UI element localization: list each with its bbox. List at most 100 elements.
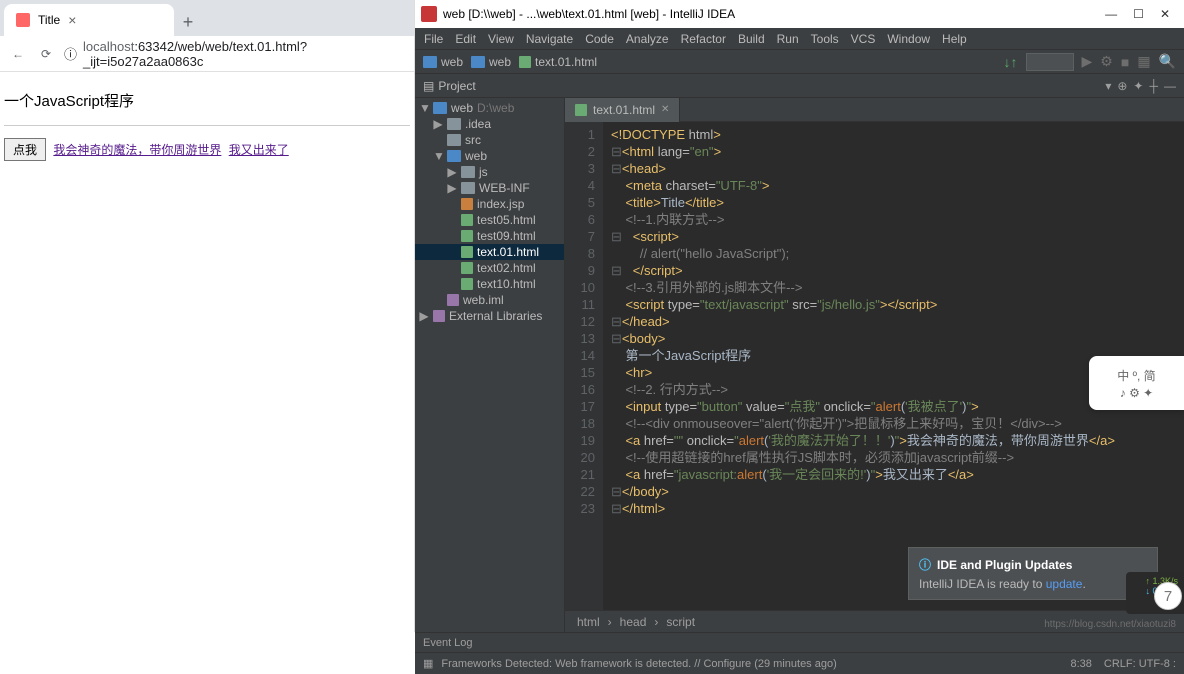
menu-refactor[interactable]: Refactor — [676, 32, 731, 46]
update-link[interactable]: update — [1046, 577, 1083, 591]
tree-item[interactable]: text10.html — [415, 276, 564, 292]
maximize-icon[interactable]: ☐ — [1133, 7, 1144, 21]
notification[interactable]: ⓘIDE and Plugin Updates IntelliJ IDEA is… — [908, 547, 1158, 600]
tree-item[interactable]: text.01.html — [415, 244, 564, 260]
new-tab-button[interactable]: + — [174, 8, 202, 36]
arrow-icon: ▼ — [419, 101, 429, 115]
tree-label: External Libraries — [449, 309, 542, 323]
file-icon — [447, 294, 459, 306]
encoding[interactable]: CRLF: UTF-8 : — [1104, 658, 1176, 670]
run-config-select[interactable] — [1026, 53, 1074, 71]
settings-icon[interactable]: ✦ — [1133, 79, 1143, 93]
tree-label: WEB-INF — [479, 181, 530, 195]
ime-sticker[interactable]: 中 º, 简 ♪ ⚙ ✦ — [1089, 356, 1184, 410]
ide-window: web [D:\\web] - ...\web\text.01.html [we… — [415, 0, 1184, 632]
project-tree[interactable]: ▼web D:\web▶.ideasrc▼web▶js▶WEB-INFindex… — [415, 98, 565, 632]
expand-icon[interactable]: ⊕ — [1117, 79, 1127, 93]
tree-item[interactable]: test09.html — [415, 228, 564, 244]
tree-item[interactable]: index.jsp — [415, 196, 564, 212]
crumb-folder[interactable]: web — [471, 55, 511, 69]
sticker-icons: ♪ ⚙ ✦ — [1120, 386, 1153, 400]
menu-build[interactable]: Build — [733, 32, 770, 46]
bc-script[interactable]: script — [666, 615, 695, 629]
menu-window[interactable]: Window — [882, 32, 935, 46]
menu-file[interactable]: File — [419, 32, 448, 46]
menu-help[interactable]: Help — [937, 32, 972, 46]
menu-analyze[interactable]: Analyze — [621, 32, 674, 46]
arrow-icon: ▶ — [419, 309, 429, 323]
status-bar: ▦ Frameworks Detected: Web framework is … — [415, 652, 1184, 674]
structure-icon[interactable]: ▦ — [1137, 53, 1150, 70]
menu-edit[interactable]: Edit — [450, 32, 481, 46]
close-icon[interactable]: × — [68, 12, 76, 28]
back-link[interactable]: 我又出来了 — [229, 143, 289, 157]
editor-tab[interactable]: text.01.html ✕ — [565, 98, 680, 122]
browser-tab[interactable]: Title × — [4, 4, 174, 36]
file-icon — [461, 214, 473, 226]
browser-urlbar: ← ⟳ ⓘ localhost:63342/web/web/text.01.ht… — [0, 36, 414, 72]
tree-item[interactable]: ▼ web D:\web — [415, 100, 564, 116]
menu-tools[interactable]: Tools — [806, 32, 844, 46]
tree-item[interactable]: ▶ External Libraries — [415, 308, 564, 324]
folder-icon — [447, 150, 461, 162]
tree-label: text.01.html — [477, 245, 539, 259]
crumb-file[interactable]: text.01.html — [519, 55, 597, 69]
event-log[interactable]: Event Log — [415, 632, 1184, 652]
tree-item[interactable]: ▶.idea — [415, 116, 564, 132]
tree-item[interactable]: web.iml — [415, 292, 564, 308]
magic-link[interactable]: 我会神奇的魔法，带你周游世界 — [53, 143, 221, 157]
tree-label: index.jsp — [477, 197, 524, 211]
close-icon[interactable]: ✕ — [1160, 7, 1170, 21]
tree-item[interactable]: src — [415, 132, 564, 148]
window-controls: — ☐ ✕ — [1105, 7, 1178, 21]
ide-titlebar[interactable]: web [D:\\web] - ...\web\text.01.html [we… — [415, 0, 1184, 28]
tree-item[interactable]: test05.html — [415, 212, 564, 228]
file-icon — [461, 198, 473, 210]
sync-icon[interactable]: ↓↑ — [1004, 54, 1018, 70]
collapse-icon[interactable]: ▾ — [1105, 79, 1111, 93]
tree-label: src — [465, 133, 481, 147]
menu-navigate[interactable]: Navigate — [521, 32, 578, 46]
notif-body: IntelliJ IDEA is ready to update. — [919, 577, 1147, 591]
intellij-icon — [421, 6, 437, 22]
tree-label: js — [479, 165, 488, 179]
ime-badge: 7 — [1154, 582, 1182, 610]
reload-icon[interactable]: ⟳ — [36, 44, 56, 64]
bc-head[interactable]: head — [620, 615, 647, 629]
bc-html[interactable]: html — [577, 615, 600, 629]
html-file-icon — [519, 56, 531, 68]
menu-run[interactable]: Run — [772, 32, 804, 46]
folder-icon — [461, 182, 475, 194]
close-icon[interactable]: ✕ — [661, 104, 669, 115]
toolbar-right: ↓↑ ▶ ⚙ ■ ▦ 🔍 — [1004, 53, 1176, 71]
browser-window: Title × + ← ⟳ ⓘ localhost:63342/web/web/… — [0, 0, 415, 632]
tree-item[interactable]: ▶WEB-INF — [415, 180, 564, 196]
editor-tabs: text.01.html ✕ — [565, 98, 1184, 122]
folder-icon — [433, 102, 447, 114]
search-icon[interactable]: 🔍 — [1159, 53, 1176, 70]
tree-item[interactable]: ▼web — [415, 148, 564, 164]
tree-label: web — [451, 101, 473, 115]
url-field[interactable]: ⓘ localhost:63342/web/web/text.01.html?_… — [64, 39, 406, 69]
minimize-icon[interactable]: — — [1105, 7, 1117, 21]
folder-icon — [447, 134, 461, 146]
tree-item[interactable]: text02.html — [415, 260, 564, 276]
stop-icon[interactable]: ■ — [1121, 54, 1129, 70]
cursor-pos: 8:38 — [1070, 658, 1091, 670]
project-tab[interactable]: ▤ Project — [415, 79, 484, 93]
debug-icon[interactable]: ⚙ — [1100, 53, 1113, 70]
nav-breadcrumb: web web text.01.html ↓↑ ▶ ⚙ ■ ▦ 🔍 — [415, 50, 1184, 74]
run-icon[interactable]: ▶ — [1082, 53, 1093, 70]
menu-view[interactable]: View — [483, 32, 519, 46]
file-icon — [461, 278, 473, 290]
back-icon[interactable]: ← — [8, 44, 28, 64]
tree-item[interactable]: ▶js — [415, 164, 564, 180]
crumb-root[interactable]: web — [423, 55, 463, 69]
status-message[interactable]: Frameworks Detected: Web framework is de… — [441, 658, 836, 670]
tree-path: D:\web — [477, 101, 514, 115]
scroll-icon[interactable]: ┼ — [1149, 79, 1158, 93]
menu-code[interactable]: Code — [580, 32, 619, 46]
hide-icon[interactable]: — — [1164, 79, 1176, 93]
demo-button[interactable]: 点我 — [4, 138, 46, 161]
menu-vcs[interactable]: VCS — [846, 32, 881, 46]
